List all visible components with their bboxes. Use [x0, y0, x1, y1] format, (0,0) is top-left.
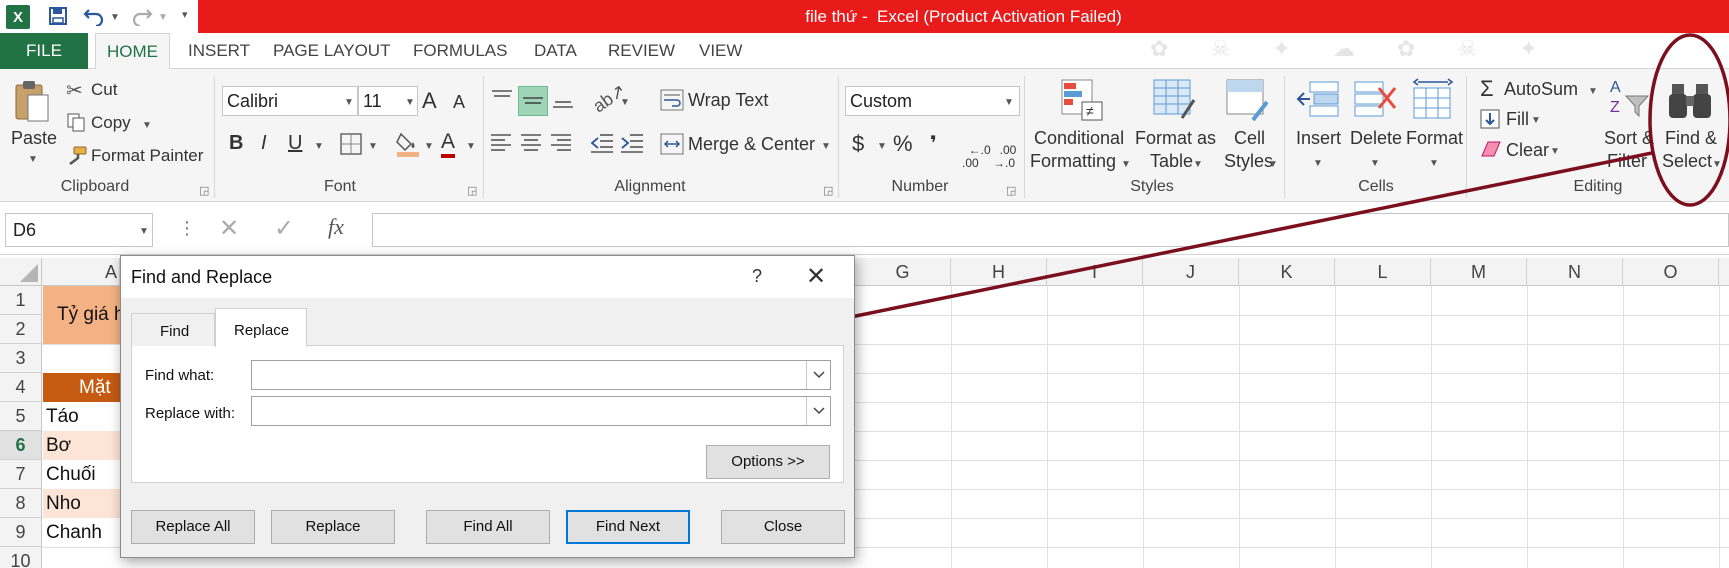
options-button[interactable]: Options >> — [706, 445, 830, 479]
find-all-button[interactable]: Find All — [426, 510, 550, 544]
dialog-title: Find and Replace — [131, 267, 273, 287]
annotation-arrow-line — [845, 151, 1653, 320]
replace-button[interactable]: Replace — [271, 510, 395, 544]
close-icon[interactable]: ✕ — [801, 262, 831, 291]
close-button[interactable]: Close — [721, 510, 845, 544]
replace-all-button[interactable]: Replace All — [131, 510, 255, 544]
find-what-input[interactable] — [251, 360, 831, 390]
tab-find[interactable]: Find — [131, 313, 215, 346]
tab-replace-label: Replace — [234, 322, 290, 339]
find-next-button[interactable]: Find Next — [566, 510, 690, 544]
help-button[interactable]: ? — [745, 266, 769, 287]
replace-with-label: Replace with: — [145, 405, 236, 422]
tab-replace[interactable]: Replace — [215, 308, 307, 347]
annotation-ellipse — [1648, 33, 1729, 207]
find-what-label: Find what: — [145, 367, 215, 384]
find-what-dropdown-icon[interactable] — [806, 361, 830, 389]
tab-find-label: Find — [160, 323, 190, 340]
find-replace-dialog: Find and Replace ? ✕ Find Replace Find w… — [120, 255, 855, 558]
replace-with-dropdown-icon[interactable] — [806, 397, 830, 425]
replace-with-input[interactable] — [251, 396, 831, 426]
